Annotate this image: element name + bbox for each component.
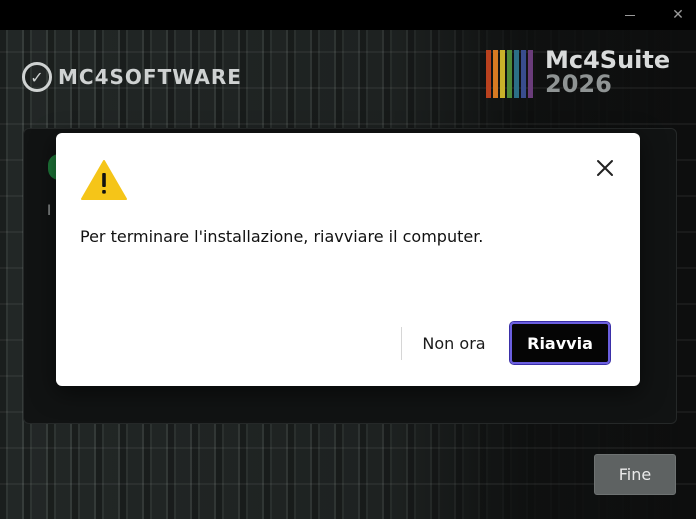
logo-stripe [521, 50, 526, 98]
logo-stripe [500, 50, 505, 98]
brand-name: MC4SOFTWARE [58, 65, 242, 89]
logo-stripe [493, 50, 498, 98]
minimize-icon [625, 14, 635, 16]
logo-stripe [514, 50, 519, 98]
button-divider [401, 327, 402, 360]
close-window-button[interactable]: ✕ [660, 0, 696, 30]
check-logo-icon: ✓ [22, 62, 52, 92]
logo-stripe [528, 50, 533, 98]
suite-year: 2026 [545, 70, 612, 98]
logo-stripe [486, 50, 491, 98]
logo-stripe [507, 50, 512, 98]
restart-button[interactable]: Riavvia [509, 321, 611, 365]
warning-icon [81, 160, 127, 200]
dialog-close-button[interactable] [590, 153, 620, 183]
restart-dialog: Per terminare l'installazione, riavviare… [56, 133, 640, 386]
title-bar: ✕ [0, 0, 696, 30]
dialog-message: Per terminare l'installazione, riavviare… [80, 227, 484, 246]
suite-name: Mc4Suite [545, 46, 671, 74]
close-icon: ✕ [672, 7, 684, 23]
not-now-button[interactable]: Non ora [412, 322, 496, 364]
finish-button[interactable]: Fine [594, 454, 676, 495]
mc4software-logo: ✓ MC4SOFTWARE [22, 62, 242, 92]
suite-logo-stripes [486, 50, 535, 98]
close-icon [597, 160, 613, 176]
mc4suite-logo: Mc4Suite 2026 [486, 48, 670, 98]
panel-text: I [47, 203, 52, 219]
minimize-button[interactable] [612, 0, 648, 30]
